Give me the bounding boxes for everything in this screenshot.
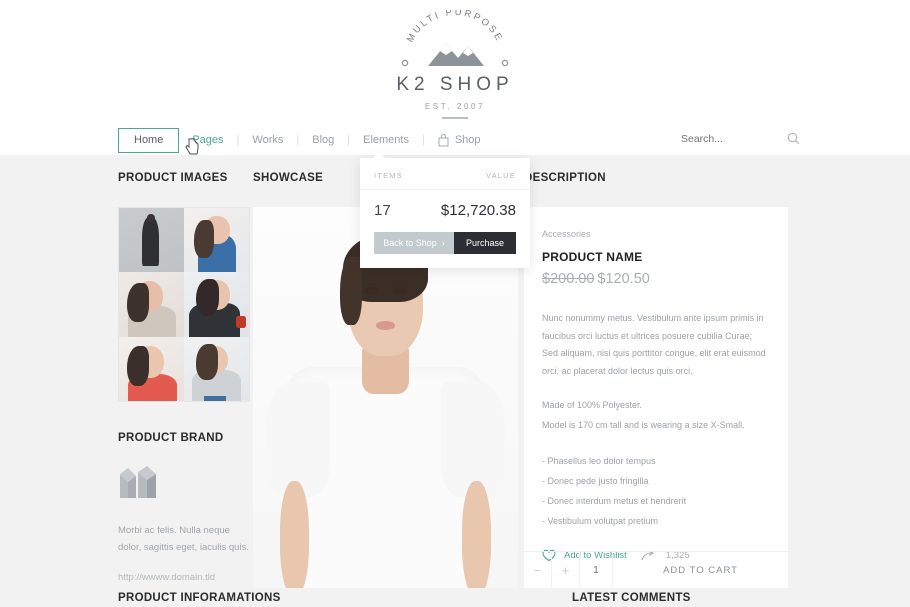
quantity-increase-button[interactable]: + bbox=[552, 552, 580, 588]
purchase-button[interactable]: Purchase bbox=[454, 232, 516, 254]
logo-emblem: MULTI PURPOSE bbox=[380, 10, 530, 72]
product-description-text: Nunc nonummy metus. Vestibulum ante ipsu… bbox=[542, 313, 766, 376]
product-model-note: Model is 170 cm tall and is wearing a si… bbox=[542, 419, 745, 430]
section-title-product-brand: PRODUCT BRAND bbox=[118, 432, 224, 444]
shopping-bag-icon bbox=[438, 133, 449, 147]
cart-value-header: VALUE bbox=[485, 171, 516, 180]
nav-item-shop[interactable]: Shop bbox=[425, 133, 481, 147]
list-item: - Phasellus leo dolor tempus bbox=[542, 456, 656, 467]
list-item: - Donec interdum metus et hendrerit bbox=[542, 495, 687, 506]
cart-total-value: $12,720.38 bbox=[440, 202, 516, 219]
description-column: DESCRIPTION Accessories PRODUCT NAME $20… bbox=[524, 172, 788, 588]
add-to-cart-bar: − + 1 ADD TO CART bbox=[524, 551, 788, 588]
main-navigation: Home Pages | Works | Blog | Elements | S… bbox=[118, 126, 481, 154]
product-name: PRODUCT NAME bbox=[542, 250, 643, 264]
brand-website-link[interactable]: http://wwww.domain.tld bbox=[118, 572, 250, 583]
search-input[interactable] bbox=[681, 132, 751, 145]
nav-item-home[interactable]: Home bbox=[118, 127, 180, 153]
thumbnail-item[interactable] bbox=[184, 272, 249, 337]
product-price-old: $200.00 bbox=[542, 271, 595, 287]
logo-divider bbox=[442, 117, 468, 119]
thumbnail-item[interactable] bbox=[184, 336, 249, 401]
site-logo[interactable]: MULTI PURPOSE K2 SHOP EST. 2007 bbox=[0, 10, 910, 119]
chevron-right-icon: › bbox=[441, 238, 445, 248]
product-images-column: PRODUCT IMAGES PRODUCT BRAND Morbi ac fe… bbox=[118, 172, 250, 583]
back-to-shop-button[interactable]: Back to Shop › bbox=[374, 232, 454, 254]
product-price-row: $200.00 $120.50 bbox=[542, 271, 770, 287]
cart-dropdown-values: 17 $12,720.38 bbox=[360, 190, 530, 219]
mm-monogram-logo bbox=[118, 466, 250, 505]
thumbnail-item[interactable] bbox=[119, 272, 184, 337]
nav-item-blog[interactable]: Blog bbox=[299, 134, 347, 146]
cart-dropdown-header: ITEMS VALUE bbox=[360, 158, 530, 190]
section-title-product-images: PRODUCT IMAGES bbox=[118, 172, 228, 184]
thumbnail-item[interactable] bbox=[184, 208, 249, 273]
nav-item-works[interactable]: Works bbox=[239, 134, 296, 146]
product-category: Accessories bbox=[542, 229, 591, 239]
thumbnail-item[interactable] bbox=[119, 208, 184, 273]
svg-text:MULTI PURPOSE: MULTI PURPOSE bbox=[405, 10, 505, 44]
cart-dropdown-actions: Back to Shop › Purchase bbox=[374, 232, 516, 254]
thumbnail-item[interactable] bbox=[119, 336, 184, 401]
product-price-new: $120.50 bbox=[597, 271, 650, 287]
product-feature-list: - Phasellus leo dolor tempus - Donec ped… bbox=[542, 452, 770, 531]
cart-items-count: 17 bbox=[374, 202, 391, 219]
mouse-cursor-pointer bbox=[185, 138, 199, 156]
search-icon[interactable] bbox=[787, 132, 800, 145]
list-item: - Donec pede justo fringilla bbox=[542, 476, 649, 487]
search-area bbox=[681, 132, 800, 145]
quantity-decrease-button[interactable]: − bbox=[524, 552, 552, 588]
logo-title: K2 SHOP bbox=[396, 74, 514, 95]
section-title-product-informations: PRODUCT INFORAMATIONS bbox=[118, 592, 281, 604]
cart-dropdown-panel: ITEMS VALUE 17 $12,720.38 Back to Shop ›… bbox=[360, 152, 530, 268]
quantity-value[interactable]: 1 bbox=[580, 552, 613, 588]
page-root: MULTI PURPOSE K2 SHOP EST. 2007 Home Pag… bbox=[0, 0, 910, 607]
product-material: Made of 100% Polyester. bbox=[542, 400, 643, 411]
add-to-cart-button[interactable]: ADD TO CART bbox=[613, 552, 788, 588]
site-header: MULTI PURPOSE K2 SHOP EST. 2007 Home Pag… bbox=[0, 0, 910, 155]
back-to-shop-label: Back to Shop bbox=[383, 238, 437, 248]
section-title-latest-comments: LATEST COMMENTS bbox=[572, 592, 691, 604]
product-description-card: Accessories PRODUCT NAME $200.00 $120.50 … bbox=[524, 207, 788, 588]
product-thumbnail-grid[interactable] bbox=[118, 207, 250, 402]
brand-description: Morbi ac felis. Nulla neque dolor, sagit… bbox=[118, 525, 249, 553]
logo-established: EST. 2007 bbox=[424, 102, 486, 111]
nav-item-elements[interactable]: Elements bbox=[350, 134, 422, 146]
cart-items-header: ITEMS bbox=[374, 171, 403, 180]
logo-arc-text: MULTI PURPOSE bbox=[405, 10, 503, 44]
section-title-description: DESCRIPTION bbox=[524, 172, 606, 184]
nav-shop-label: Shop bbox=[454, 134, 481, 146]
list-item: - Vestibulum volutpat pretium bbox=[542, 515, 659, 526]
